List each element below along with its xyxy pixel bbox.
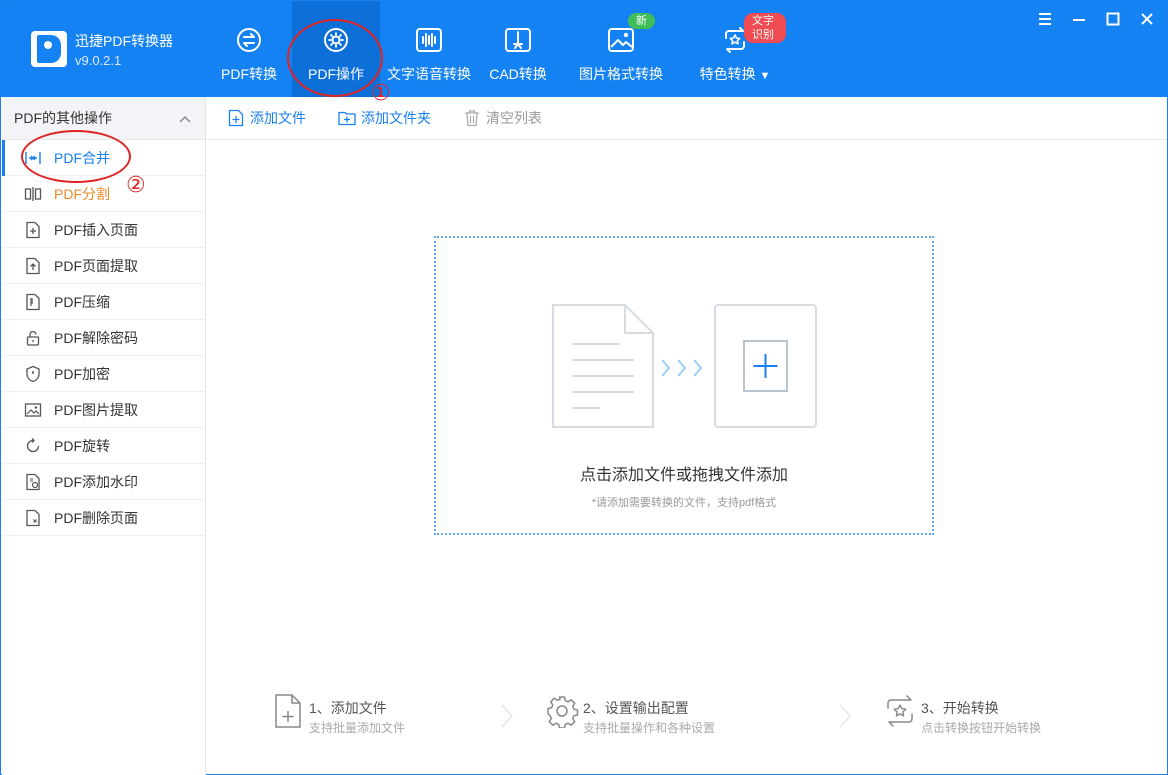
drop-zone-hint: *请添加需要转换的文件，支持pdf格式 bbox=[591, 497, 777, 509]
toolbar: 添加文件 添加文件夹 清空列表 bbox=[207, 97, 1167, 140]
sidebar: PDF的其他操作 PDF合并 PDF分割 PDF插入页面 PDF页面提取 PDF… bbox=[2, 97, 206, 775]
insert-page-icon bbox=[24, 221, 42, 239]
nav-label: PDF操作 bbox=[308, 66, 364, 82]
split-icon bbox=[24, 185, 42, 203]
ocr-badge: 文字识别 bbox=[744, 13, 786, 43]
sidebar-header[interactable]: PDF的其他操作 bbox=[2, 97, 205, 140]
step-output-config: 2、设置输出配置 支持批量操作和各种设置 bbox=[545, 691, 715, 736]
nav-pdf-convert[interactable]: PDF转换 bbox=[206, 1, 292, 97]
extract-page-icon bbox=[24, 257, 42, 275]
sidebar-item-pdf-compress[interactable]: PDF压缩 bbox=[2, 284, 205, 320]
sidebar-item-pdf-encrypt[interactable]: PDF加密 bbox=[2, 356, 205, 392]
convert-start-icon bbox=[883, 691, 917, 731]
clear-list-button[interactable]: 清空列表 bbox=[463, 108, 542, 128]
image-icon bbox=[606, 25, 636, 55]
sidebar-item-label: PDF旋转 bbox=[54, 437, 110, 454]
chevron-right-icon bbox=[501, 704, 514, 728]
sidebar-item-pdf-delete-page[interactable]: PDF删除页面 bbox=[2, 500, 205, 536]
nav-label: 特色转换 ▼ bbox=[699, 66, 771, 82]
step-subtitle: 支持批量添加文件 bbox=[309, 721, 406, 735]
maximize-icon[interactable] bbox=[1105, 11, 1121, 27]
window-controls bbox=[1037, 11, 1155, 27]
gear-icon bbox=[545, 691, 579, 731]
rotate-icon bbox=[24, 437, 42, 455]
sidebar-item-label: PDF页面提取 bbox=[54, 257, 138, 274]
title-bar: 迅捷PDF转换器 v9.0.2.1 PDF转换 PDF操作 文字语音转换 CAD… bbox=[1, 1, 1167, 97]
nav-label: CAD转换 bbox=[489, 66, 547, 82]
step-start-convert: 3、开始转换 点击转换按钮开始转换 bbox=[883, 691, 1041, 736]
chevron-right-icon bbox=[839, 704, 852, 728]
sidebar-title: PDF的其他操作 bbox=[14, 110, 112, 126]
sidebar-item-pdf-merge[interactable]: PDF合并 bbox=[2, 140, 205, 176]
image-extract-icon bbox=[24, 401, 42, 419]
sidebar-item-pdf-extract-page[interactable]: PDF页面提取 bbox=[2, 248, 205, 284]
pdf-convert-icon bbox=[234, 25, 264, 55]
close-icon[interactable] bbox=[1139, 11, 1155, 27]
add-file-icon bbox=[227, 109, 245, 127]
step-title: 3、开始转换 bbox=[921, 700, 999, 716]
compress-icon bbox=[24, 293, 42, 311]
app-logo bbox=[31, 31, 67, 67]
minimize-icon[interactable] bbox=[1071, 11, 1087, 27]
delete-page-icon bbox=[24, 509, 42, 527]
app-name: 迅捷PDF转换器 bbox=[75, 33, 173, 49]
sidebar-item-label: PDF插入页面 bbox=[54, 221, 138, 238]
drop-illustration-icon bbox=[552, 304, 817, 428]
chevron-up-icon bbox=[179, 110, 191, 126]
step-subtitle: 点击转换按钮开始转换 bbox=[921, 721, 1042, 735]
sidebar-item-label: PDF删除页面 bbox=[54, 509, 138, 526]
clear-list-label: 清空列表 bbox=[486, 110, 542, 126]
nav-label: PDF转换 bbox=[221, 66, 277, 82]
nav-cad-convert[interactable]: CAD转换 bbox=[478, 1, 558, 97]
voice-wave-icon bbox=[414, 25, 444, 55]
sidebar-item-pdf-unlock[interactable]: PDF解除密码 bbox=[2, 320, 205, 356]
sidebar-item-label: PDF分割 bbox=[54, 185, 110, 202]
add-file-label: 添加文件 bbox=[250, 110, 306, 126]
cad-icon bbox=[503, 25, 533, 55]
step-subtitle: 支持批量操作和各种设置 bbox=[583, 721, 716, 735]
add-folder-label: 添加文件夹 bbox=[361, 110, 431, 126]
sidebar-item-pdf-insert-page[interactable]: PDF插入页面 bbox=[2, 212, 205, 248]
step-title: 2、设置输出配置 bbox=[583, 700, 689, 716]
nav-text-voice[interactable]: 文字语音转换 bbox=[380, 1, 478, 97]
trash-icon bbox=[463, 109, 481, 127]
nav-label: 图片格式转换 bbox=[579, 66, 663, 82]
unlock-icon bbox=[24, 329, 42, 347]
new-badge: 新 bbox=[628, 13, 655, 29]
add-file-button[interactable]: 添加文件 bbox=[227, 108, 306, 128]
add-folder-button[interactable]: 添加文件夹 bbox=[338, 108, 431, 128]
add-file-icon bbox=[271, 691, 305, 731]
step-add-file: 1、添加文件 支持批量添加文件 bbox=[271, 691, 405, 736]
sidebar-item-pdf-image-extract[interactable]: PDF图片提取 bbox=[2, 392, 205, 428]
shield-icon bbox=[24, 365, 42, 383]
sidebar-item-pdf-rotate[interactable]: PDF旋转 bbox=[2, 428, 205, 464]
steps-bar: 1、添加文件 支持批量添加文件 2、设置输出配置 支持批量操作和各种设置 3、开… bbox=[207, 691, 1167, 751]
app-version: v9.0.2.1 bbox=[75, 53, 122, 68]
sidebar-item-label: PDF加密 bbox=[54, 365, 110, 382]
file-drop-zone[interactable]: 点击添加文件或拖拽文件添加 *请添加需要转换的文件，支持pdf格式 bbox=[434, 236, 934, 535]
sidebar-item-label: PDF图片提取 bbox=[54, 401, 138, 418]
menu-icon[interactable] bbox=[1037, 11, 1053, 27]
sidebar-item-label: PDF合并 bbox=[54, 149, 110, 166]
step-title: 1、添加文件 bbox=[309, 700, 387, 716]
nav-feature-convert[interactable]: 文字识别 特色转换 ▼ bbox=[684, 1, 786, 97]
gear-icon bbox=[321, 25, 351, 55]
drop-zone-title: 点击添加文件或拖拽文件添加 bbox=[579, 467, 788, 484]
nav-label: 文字语音转换 bbox=[387, 66, 471, 82]
sidebar-item-pdf-watermark[interactable]: PDF添加水印 bbox=[2, 464, 205, 500]
merge-icon bbox=[24, 149, 42, 167]
chevron-down-icon: ▼ bbox=[759, 70, 771, 82]
add-folder-icon bbox=[338, 109, 356, 127]
nav-image-convert[interactable]: 新 图片格式转换 bbox=[558, 1, 684, 97]
sidebar-item-label: PDF添加水印 bbox=[54, 473, 138, 490]
app-window: 迅捷PDF转换器 v9.0.2.1 PDF转换 PDF操作 文字语音转换 CAD… bbox=[0, 0, 1168, 775]
sidebar-item-label: PDF解除密码 bbox=[54, 329, 138, 346]
sidebar-item-label: PDF压缩 bbox=[54, 293, 110, 310]
watermark-icon bbox=[24, 473, 42, 491]
sidebar-item-pdf-split[interactable]: PDF分割 bbox=[2, 176, 205, 212]
main-nav: PDF转换 PDF操作 文字语音转换 CAD转换 新 图片格式转换 文字识别 特… bbox=[206, 1, 786, 97]
nav-pdf-operation[interactable]: PDF操作 bbox=[292, 1, 380, 97]
